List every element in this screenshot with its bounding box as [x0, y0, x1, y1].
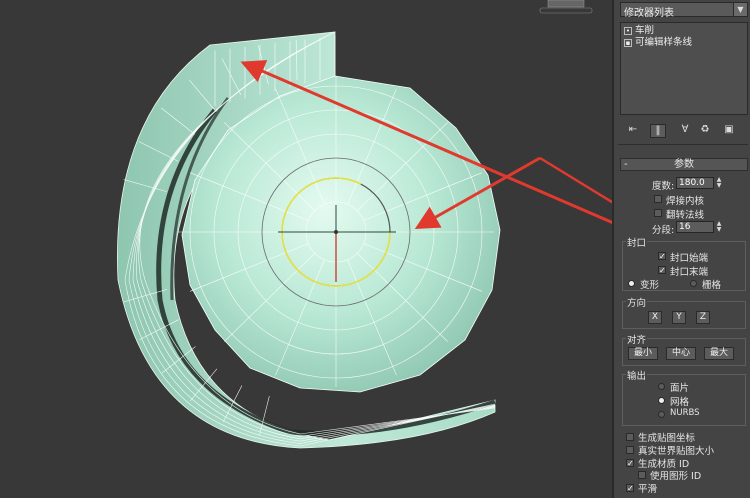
- align-title: 对齐: [626, 332, 648, 346]
- cap-end-checkbox[interactable]: ✓: [658, 266, 666, 275]
- viewport-canvas[interactable]: [0, 0, 612, 498]
- perspective-viewport[interactable]: [0, 0, 612, 498]
- make-unique-icon[interactable]: ∀: [678, 124, 692, 136]
- gen-map-coords-checkbox[interactable]: [626, 433, 634, 441]
- nurbs-radio[interactable]: [658, 411, 665, 418]
- modifier-list-label: 修改器列表: [624, 8, 674, 19]
- modifier-stack[interactable]: • 车削 ▪ 可编辑样条线: [620, 22, 748, 115]
- command-panel: 修改器列表 ▼ • 车削 ▪ 可编辑样条线 ⇤ ‖ ∀ ♻ ▣ - 参数 度数:…: [612, 0, 750, 498]
- direction-title: 方向: [626, 295, 648, 309]
- rollout-title: 参数: [674, 159, 694, 170]
- align-max-button[interactable]: 最大: [704, 347, 734, 360]
- patch-label: 面片: [670, 383, 690, 394]
- direction-y-button[interactable]: Y: [672, 311, 686, 324]
- grid-radio[interactable]: [690, 280, 697, 287]
- parameters-rollout-header[interactable]: - 参数: [620, 158, 748, 171]
- direction-z-button[interactable]: Z: [696, 311, 710, 324]
- bulb-icon[interactable]: •: [624, 27, 632, 35]
- direction-x-button[interactable]: X: [648, 311, 662, 324]
- stack-item-editable-spline[interactable]: ▪ 可编辑样条线: [621, 37, 747, 49]
- smooth-checkbox[interactable]: ✓: [626, 484, 634, 493]
- weld-core-label: 焊接内核: [666, 196, 705, 207]
- configure-sets-icon[interactable]: ▣: [722, 124, 736, 136]
- segments-input[interactable]: 16: [676, 221, 714, 233]
- degrees-spinner[interactable]: ▲ ▼: [715, 177, 723, 189]
- morph-label: 变形: [640, 280, 660, 291]
- use-shape-ids-checkbox[interactable]: [638, 471, 646, 479]
- pin-stack-icon[interactable]: ⇤: [626, 124, 640, 136]
- cap-end-label: 封口末端: [670, 267, 709, 278]
- flip-normals-label: 翻转法线: [666, 210, 705, 221]
- flip-normals-checkbox[interactable]: [654, 209, 662, 217]
- square-icon: ▪: [624, 39, 632, 47]
- stack-item-label: 车削: [635, 25, 655, 36]
- output-title: 输出: [626, 368, 648, 382]
- smooth-label: 平滑: [638, 484, 658, 495]
- grid-label: 栅格: [702, 280, 722, 291]
- modifier-list-dropdown[interactable]: 修改器列表 ▼: [620, 2, 748, 19]
- align-center-button[interactable]: 中心: [666, 347, 696, 360]
- remove-modifier-icon[interactable]: ♻: [698, 124, 712, 136]
- degrees-input[interactable]: 180.0: [676, 177, 714, 189]
- use-shape-ids-label: 使用图形 ID: [650, 471, 702, 482]
- mesh-label: 网格: [670, 397, 690, 408]
- weld-core-checkbox[interactable]: [654, 195, 662, 203]
- gen-map-coords-label: 生成贴图坐标: [638, 433, 696, 444]
- chevron-down-icon[interactable]: ▼: [733, 3, 747, 16]
- patch-radio[interactable]: [658, 383, 665, 390]
- align-min-button[interactable]: 最小: [628, 347, 658, 360]
- cap-start-label: 封口始端: [670, 253, 709, 264]
- stack-item-lathe[interactable]: • 车削: [621, 25, 747, 37]
- segments-label: 分段:: [652, 225, 675, 236]
- divider: [618, 144, 748, 145]
- viewcube-icon[interactable]: [539, 0, 593, 14]
- capping-title: 封口: [626, 235, 648, 249]
- real-world-map-label: 真实世界贴图大小: [638, 446, 715, 457]
- real-world-map-checkbox[interactable]: [626, 446, 634, 454]
- degrees-label: 度数:: [652, 181, 675, 192]
- gen-mat-ids-checkbox[interactable]: ✓: [626, 459, 634, 468]
- stack-item-label: 可编辑样条线: [635, 37, 693, 48]
- mesh-radio[interactable]: [658, 397, 665, 404]
- show-end-result-icon[interactable]: ‖: [650, 124, 666, 138]
- morph-radio[interactable]: [628, 280, 635, 287]
- nurbs-label: NURBS: [670, 408, 700, 418]
- segments-spinner[interactable]: ▲ ▼: [715, 221, 723, 233]
- cap-start-checkbox[interactable]: ✓: [658, 252, 666, 261]
